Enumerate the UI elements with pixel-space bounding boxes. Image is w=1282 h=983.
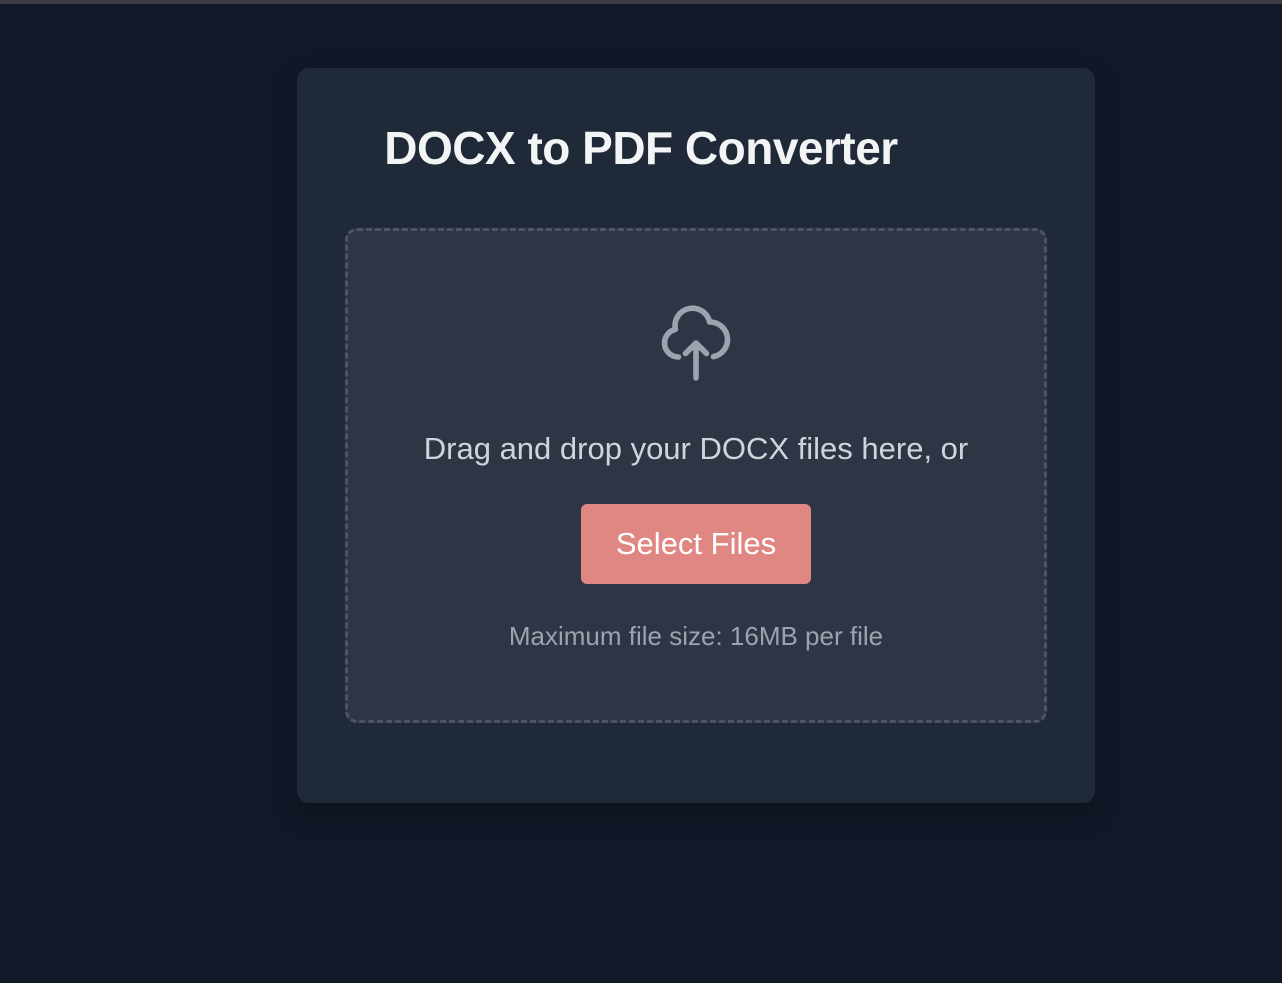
- window-top-edge: [0, 0, 1282, 4]
- dropzone-instruction: Drag and drop your DOCX files here, or: [423, 431, 969, 466]
- max-file-size-note: Maximum file size: 16MB per file: [508, 621, 884, 651]
- page-background: { "app": { "title": "DOCX to PDF Convert…: [0, 0, 1282, 983]
- select-files-button[interactable]: Select Files: [581, 504, 811, 584]
- cloud-upload-icon: [654, 297, 738, 389]
- page-title: DOCX to PDF Converter: [384, 122, 898, 174]
